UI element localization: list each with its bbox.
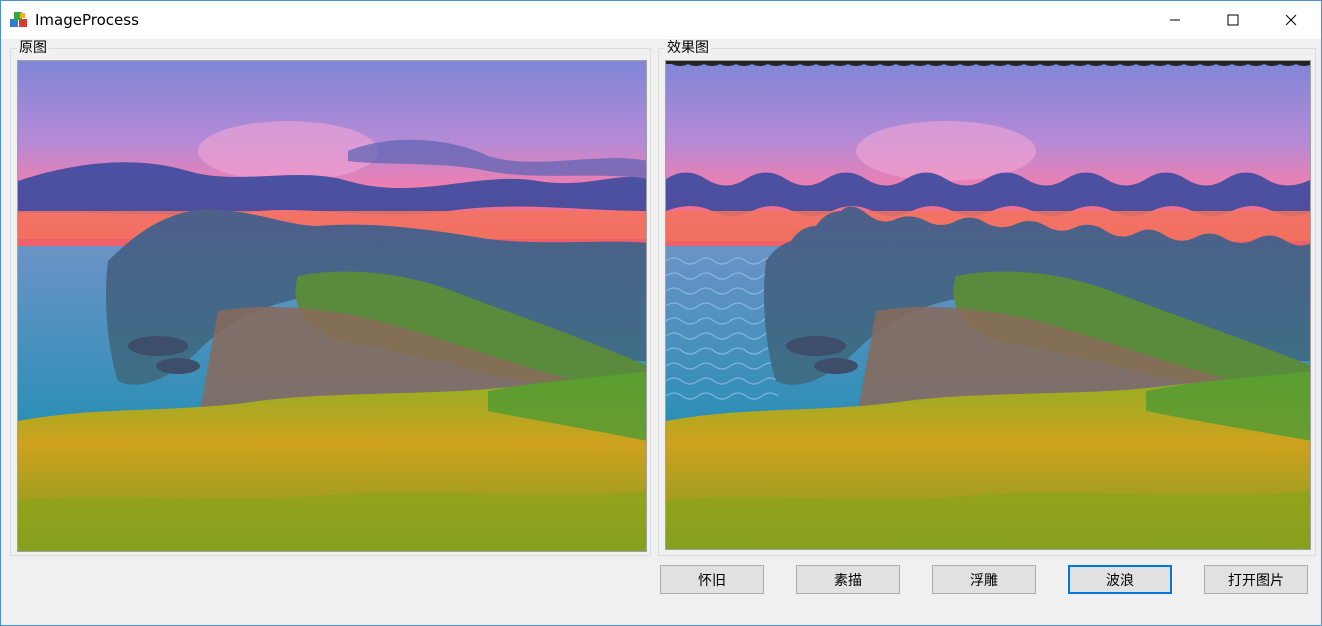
original-picture [17,60,647,552]
maximize-icon [1227,11,1239,30]
close-button[interactable] [1262,1,1320,39]
effect-picture [665,60,1311,550]
minimize-icon [1169,11,1181,30]
maximize-button[interactable] [1204,1,1262,39]
open-image-button[interactable]: 打开图片 [1204,565,1308,594]
close-icon [1285,11,1297,30]
main-window: ImageProcess 原图 效果图 怀旧 素描 浮雕 波浪 打开图片 [0,0,1322,626]
sketch-button[interactable]: 素描 [796,565,900,594]
original-group-label: 原图 [17,40,49,56]
minimize-button[interactable] [1146,1,1204,39]
emboss-button[interactable]: 浮雕 [932,565,1036,594]
wave-button[interactable]: 波浪 [1068,565,1172,594]
original-image-group: 原图 [10,40,651,556]
client-area: 原图 效果图 怀旧 素描 浮雕 波浪 打开图片 [1,39,1321,625]
window-title: ImageProcess [35,11,139,29]
original-landscape-image [18,61,646,551]
effect-group-label: 效果图 [665,40,711,56]
nostalgia-button[interactable]: 怀旧 [660,565,764,594]
effect-image-group: 效果图 [658,40,1316,556]
title-bar[interactable]: ImageProcess [1,1,1321,39]
app-cubes-icon [9,10,29,30]
effect-wave-landscape-image [666,61,1310,549]
